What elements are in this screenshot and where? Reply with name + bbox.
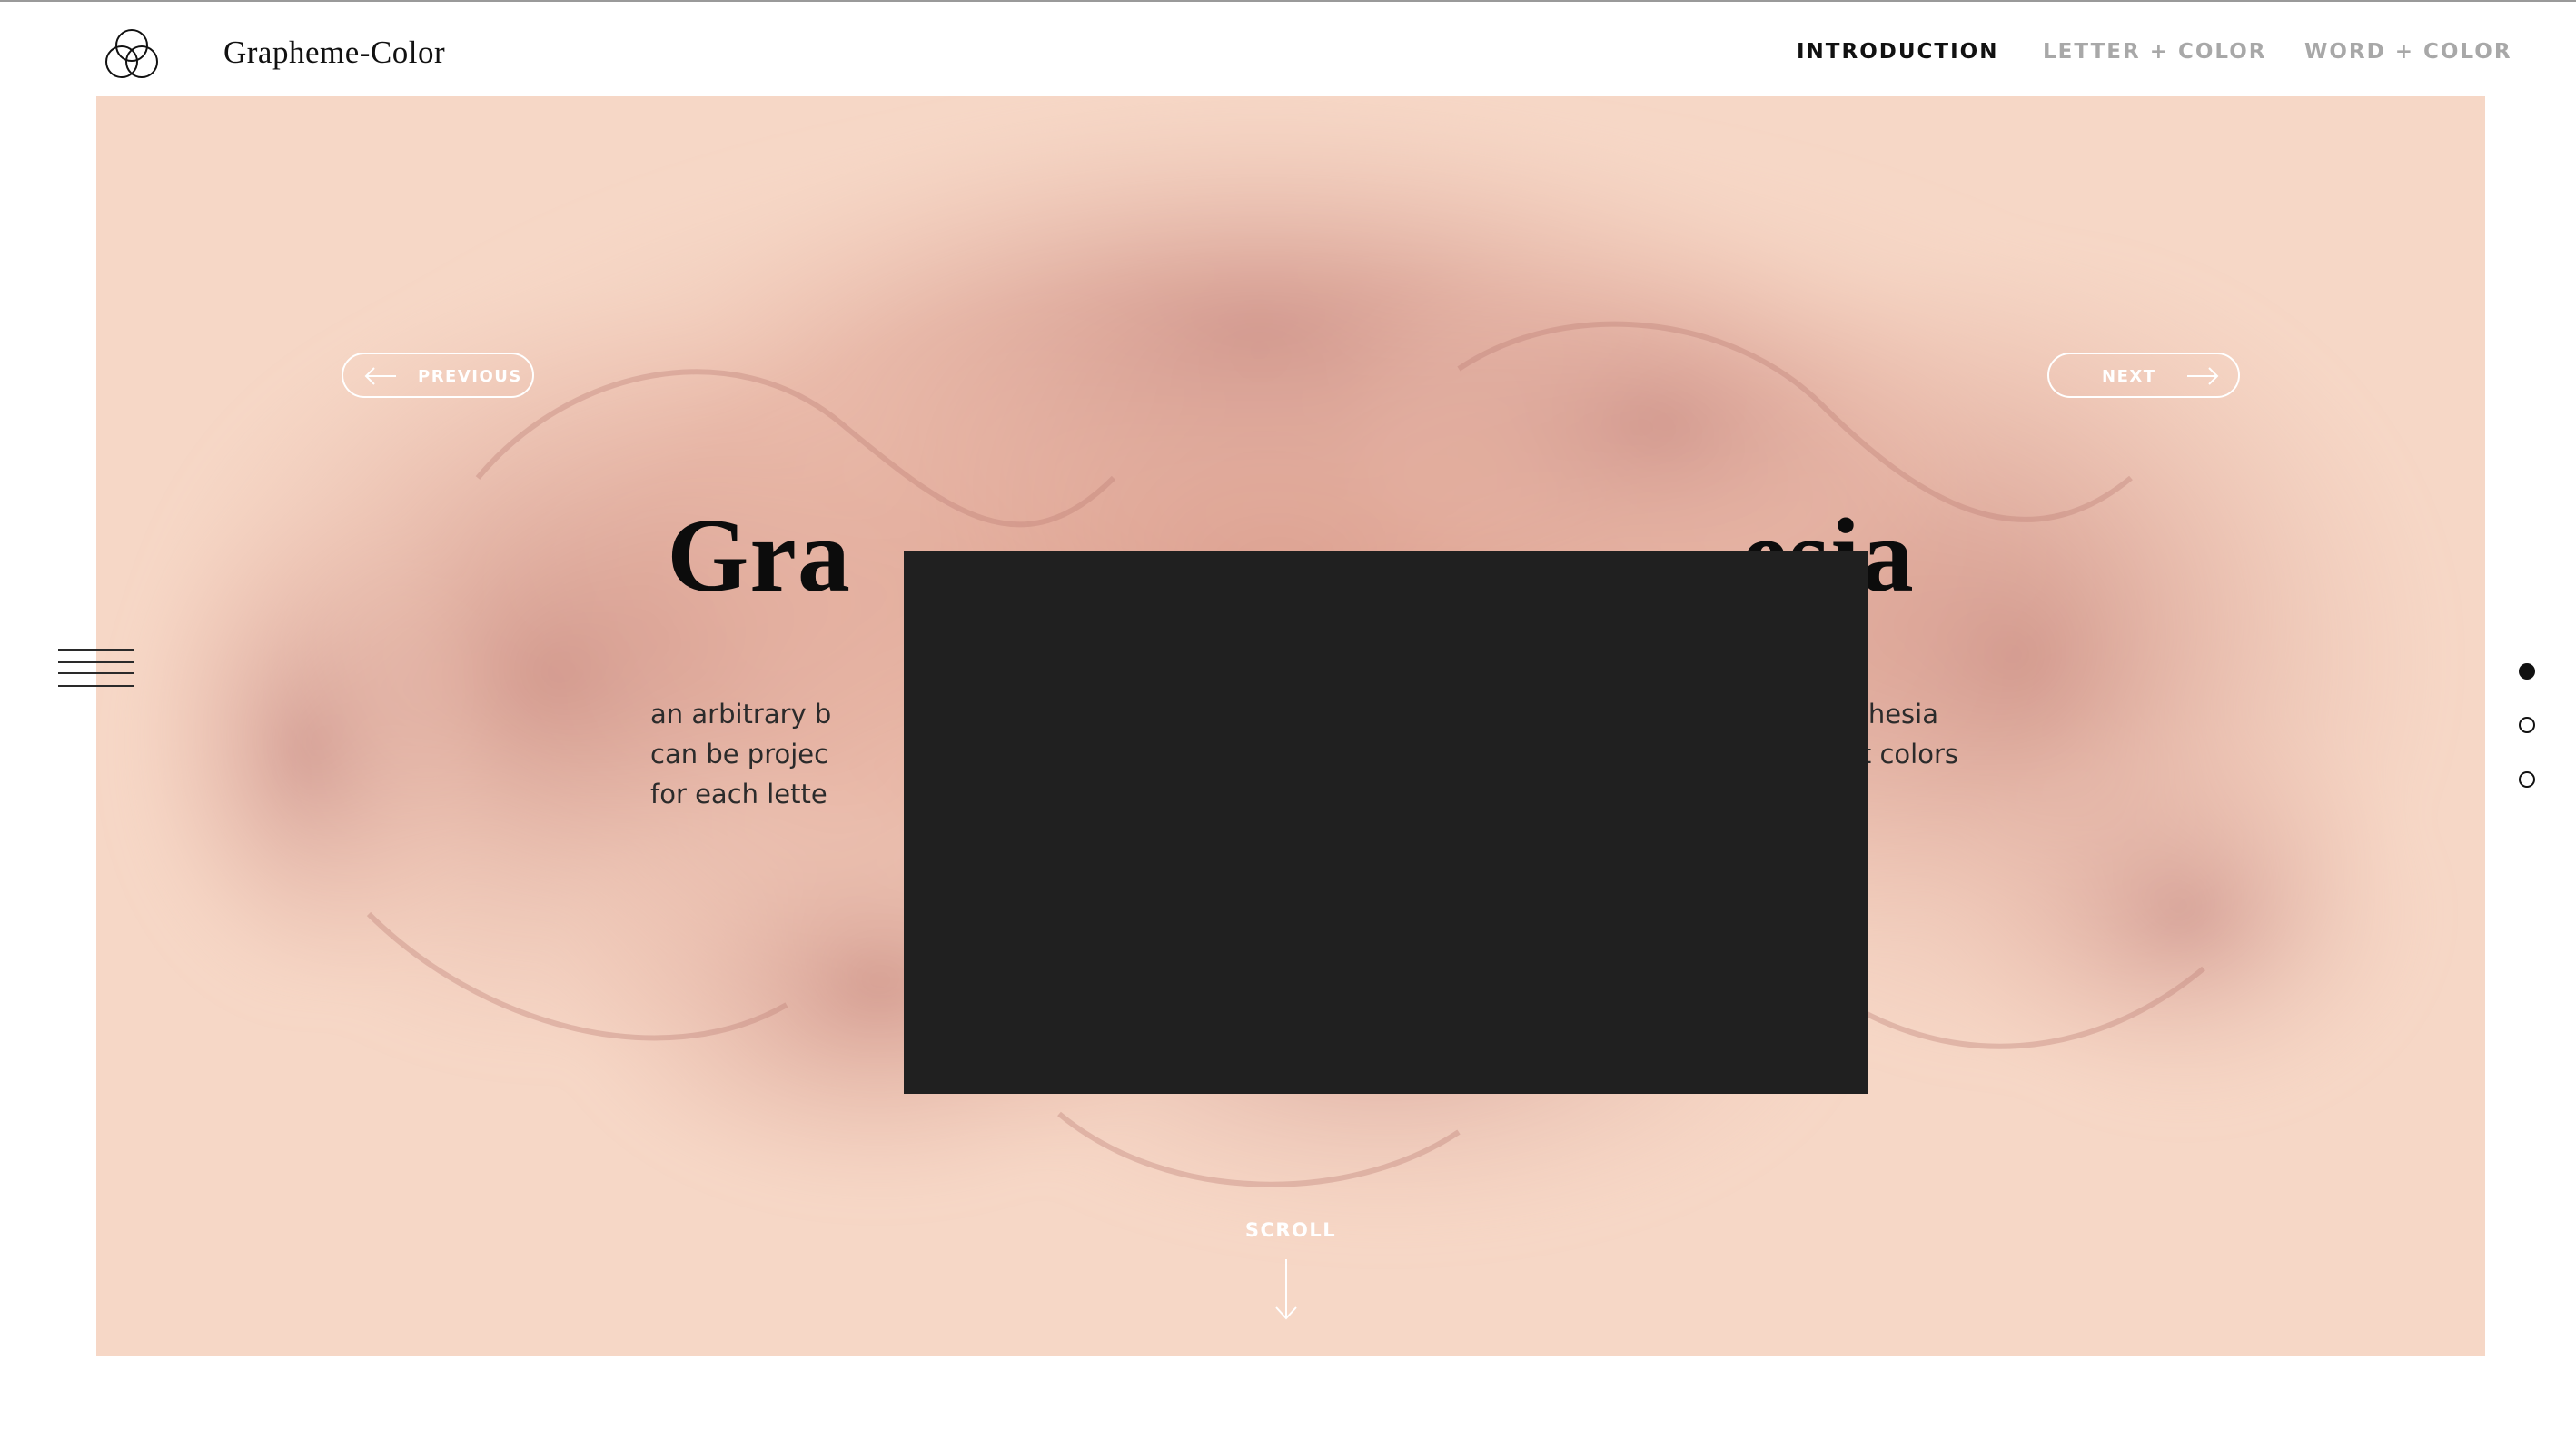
nav-letter-color[interactable]: LETTER + COLOR xyxy=(2043,40,2267,64)
hamburger-menu-icon[interactable] xyxy=(58,649,134,687)
overlapping-circles-logo-icon[interactable] xyxy=(102,25,162,85)
body-line-1-left: an arbitrary b xyxy=(650,699,832,730)
slide-dot-3[interactable] xyxy=(2519,771,2535,788)
title-left-fragment: Gra xyxy=(667,498,851,614)
brand-name[interactable]: Grapheme-Color xyxy=(223,35,445,71)
hero-section: PREVIOUS NEXT Graesia an arbitrary b r s… xyxy=(96,96,2485,1356)
nav-introduction[interactable]: INTRODUCTION xyxy=(1797,40,1998,64)
nav-word-color[interactable]: WORD + COLOR xyxy=(2304,40,2512,64)
body-line-2-left: can be projec xyxy=(650,739,829,770)
previous-button[interactable]: PREVIOUS xyxy=(342,353,534,398)
next-label: NEXT xyxy=(2102,367,2156,386)
slide-dot-2[interactable] xyxy=(2519,717,2535,733)
arrow-down-icon[interactable] xyxy=(1273,1257,1300,1321)
site-header: Grapheme-Color INTRODUCTION LETTER + COL… xyxy=(0,2,2576,96)
scroll-hint[interactable]: SCROLL xyxy=(96,1219,2485,1241)
next-button[interactable]: NEXT xyxy=(2047,353,2240,398)
arrow-right-icon xyxy=(2187,367,2219,385)
previous-label: PREVIOUS xyxy=(418,367,522,386)
slide-dot-1[interactable] xyxy=(2519,663,2535,680)
arrow-left-icon xyxy=(364,367,396,385)
redaction-overlay xyxy=(904,551,1868,1094)
body-line-3-left: for each lette xyxy=(650,779,827,809)
